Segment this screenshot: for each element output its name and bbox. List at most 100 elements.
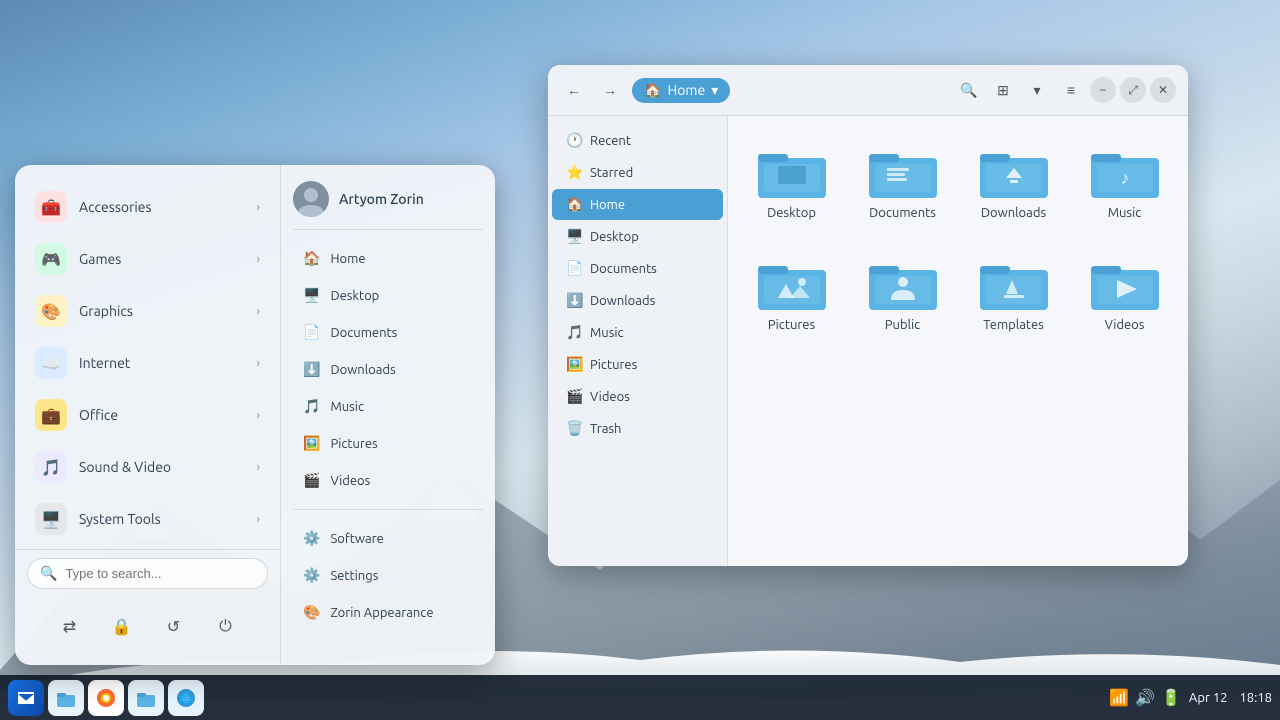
fm-videos-label: Videos [590,390,630,404]
taskbar-nautilus[interactable] [128,680,164,716]
fm-documents-label: Documents [590,262,657,276]
fm-folder-grid: Desktop Documents [744,132,1172,340]
fm-folder-downloads-icon [978,140,1050,200]
fm-folder-templates[interactable]: Templates [966,244,1061,340]
taskbar-files[interactable] [48,680,84,716]
fm-forward-button[interactable]: → [596,76,624,104]
taskbar-firefox[interactable] [88,680,124,716]
fm-sidebar-home[interactable]: 🏠 Home [552,189,723,220]
fm-view-button[interactable]: ⊞ [988,75,1018,105]
right-software-icon: ⚙️ [303,530,320,547]
fm-folder-desktop-icon [756,140,828,200]
system-tools-label: System Tools [79,511,245,527]
right-menu-videos[interactable]: 🎬 Videos [293,464,483,497]
right-menu-divider [293,509,483,510]
fm-search-button[interactable]: 🔍 [954,75,984,105]
restart-button[interactable]: ↺ [156,609,192,645]
right-menu-software[interactable]: ⚙️ Software [293,522,483,555]
category-accessories[interactable]: 🧰 Accessories › [23,181,272,233]
right-software-label: Software [330,532,383,546]
fm-sidebar-trash[interactable]: 🗑️ Trash [552,413,723,444]
fm-starred-label: Starred [590,166,633,180]
fm-folder-documents-label: Documents [869,206,936,220]
right-settings-label: Settings [330,569,378,583]
right-documents-icon: 📄 [303,324,320,341]
taskbar-apps: 🌐 [8,680,204,716]
sound-video-icon: 🎵 [35,451,67,483]
taskbar-software[interactable]: 🌐 [168,680,204,716]
search-box[interactable]: 🔍 [27,558,268,589]
search-input[interactable] [65,566,255,581]
fm-desktop-label: Desktop [590,230,639,244]
right-music-label: Music [330,400,364,414]
category-office[interactable]: 💼 Office › [23,389,272,441]
fm-main-area: Desktop Documents [728,116,1188,566]
power-button[interactable]: ⏻ [208,609,244,645]
taskbar-zorin-menu[interactable] [8,680,44,716]
fm-documents-icon: 📄 [566,260,582,277]
games-arrow: › [257,253,260,266]
fm-sidebar-desktop[interactable]: 🖥️ Desktop [552,221,723,252]
accessories-label: Accessories [79,199,245,215]
fm-music-icon: 🎵 [566,324,582,341]
user-section: Artyom Zorin [293,181,483,230]
svg-text:♪: ♪ [1120,168,1129,188]
right-appearance-icon: 🎨 [303,604,320,621]
right-menu-desktop[interactable]: 🖥️ Desktop [293,279,483,312]
taskbar: 🌐 📶 🔊 🔋 Apr 12 18:18 [0,675,1280,720]
office-icon: 💼 [35,399,67,431]
fm-back-button[interactable]: ← [560,76,588,104]
right-downloads-label: Downloads [330,363,395,377]
fm-folder-desktop[interactable]: Desktop [744,132,839,228]
fm-minimize-button[interactable]: − [1090,77,1116,103]
right-desktop-icon: 🖥️ [303,287,320,304]
right-documents-label: Documents [330,326,397,340]
fm-menu-button[interactable]: ≡ [1056,75,1086,105]
right-menu-music[interactable]: 🎵 Music [293,390,483,423]
fm-sidebar-videos[interactable]: 🎬 Videos [552,381,723,412]
fm-view-dropdown-button[interactable]: ▾ [1022,75,1052,105]
taskbar-datetime[interactable]: Apr 12 18:18 [1189,691,1272,705]
graphics-label: Graphics [79,303,245,319]
right-menu-downloads[interactable]: ⬇️ Downloads [293,353,483,386]
category-system-tools[interactable]: 🖥️ System Tools › [23,493,272,541]
fm-folder-pictures-icon [756,252,828,312]
fm-location-bar[interactable]: 🏠 Home ▾ [632,78,730,103]
fm-folder-public[interactable]: Public [855,244,950,340]
games-icon: 🎮 [35,243,67,275]
fm-close-button[interactable]: ✕ [1150,77,1176,103]
fm-folder-music[interactable]: ♪ Music [1077,132,1172,228]
right-menu-settings[interactable]: ⚙️ Settings [293,559,483,592]
fm-sidebar-music[interactable]: 🎵 Music [552,317,723,348]
fm-sidebar-downloads[interactable]: ⬇️ Downloads [552,285,723,316]
fm-folder-pictures[interactable]: Pictures [744,244,839,340]
fm-maximize-button[interactable]: ⤢ [1120,77,1146,103]
fm-sidebar-starred[interactable]: ⭐ Starred [552,157,723,188]
switch-user-button[interactable]: ⇄ [52,609,88,645]
fm-folder-videos[interactable]: Videos [1077,244,1172,340]
right-menu-zorin-appearance[interactable]: 🎨 Zorin Appearance [293,596,483,629]
fm-downloads-label: Downloads [590,294,655,308]
fm-sidebar-pictures[interactable]: 🖼️ Pictures [552,349,723,380]
taskbar-date: Apr 12 [1189,691,1228,705]
fm-sidebar-recent[interactable]: 🕐 Recent [552,125,723,156]
category-internet[interactable]: ☁️ Internet › [23,337,272,389]
fm-sidebar-documents[interactable]: 📄 Documents [552,253,723,284]
app-menu-bottom-icons: ⇄ 🔒 ↺ ⏻ [15,601,280,657]
fm-folder-templates-label: Templates [983,318,1044,332]
fm-folder-downloads[interactable]: Downloads [966,132,1061,228]
internet-arrow: › [257,357,260,370]
fm-folder-documents[interactable]: Documents [855,132,950,228]
right-menu-documents[interactable]: 📄 Documents [293,316,483,349]
fm-starred-icon: ⭐ [566,164,582,181]
right-desktop-label: Desktop [330,289,379,303]
app-menu-search-area: 🔍 [15,549,280,601]
right-menu-home[interactable]: 🏠 Home [293,242,483,275]
category-graphics[interactable]: 🎨 Graphics › [23,285,272,337]
right-menu-pictures[interactable]: 🖼️ Pictures [293,427,483,460]
fm-recent-icon: 🕐 [566,132,582,149]
lock-screen-button[interactable]: 🔒 [104,609,140,645]
category-sound-video[interactable]: 🎵 Sound & Video › [23,441,272,493]
category-games[interactable]: 🎮 Games › [23,233,272,285]
fm-folder-public-icon [867,252,939,312]
